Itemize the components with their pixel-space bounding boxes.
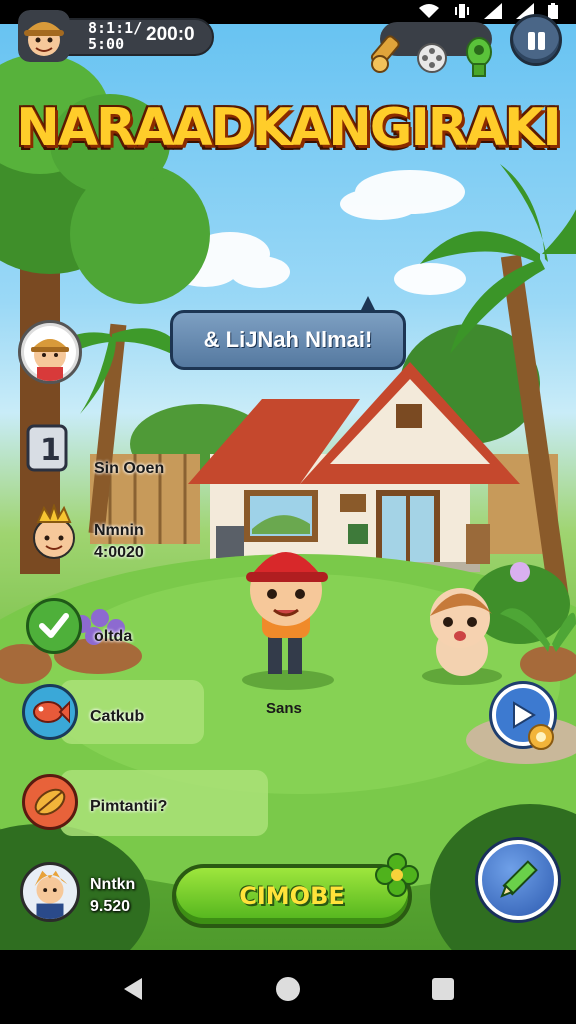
film-reel-icon[interactable] (416, 42, 448, 74)
recents-nav-icon[interactable] (432, 978, 454, 1000)
catch-label: Catkub (90, 708, 145, 725)
home-nav-icon[interactable] (276, 977, 300, 1001)
profile-avatar-button[interactable] (18, 320, 82, 384)
speech-bubble: & LiJNah Nlmai! (170, 310, 406, 370)
hud-timer: 8:1:1/ 5:00 (88, 19, 143, 53)
svg-text:1: 1 (40, 433, 61, 468)
back-nav-icon[interactable] (124, 978, 142, 1000)
clover-icon (375, 853, 419, 897)
flower-icon (528, 724, 554, 750)
level-button[interactable]: 1 (26, 424, 70, 472)
leaf-icon (22, 774, 78, 830)
tasks-label: oltda (94, 628, 133, 645)
catch-button[interactable] (22, 684, 78, 740)
pencil-icon (500, 860, 538, 898)
hud-score: 200:0 (146, 24, 195, 45)
crowned-character-icon (33, 504, 75, 559)
plant-button[interactable] (22, 774, 78, 830)
leader-button[interactable] (26, 504, 82, 564)
friend-stats: Nntkn 9.520 (90, 876, 136, 915)
pause-button[interactable] (510, 14, 562, 66)
vibrate-icon (455, 4, 469, 18)
checkmark-icon (26, 598, 82, 654)
battery-icon (548, 3, 558, 19)
friend-button[interactable] (20, 862, 80, 922)
player-avatar-icon[interactable] (18, 10, 70, 62)
character-portrait-icon (31, 339, 69, 381)
signal-icon (484, 3, 502, 19)
number-one-icon: 1 (26, 424, 68, 472)
wifi-icon (419, 4, 439, 18)
plant-label: Pimtantii? (90, 798, 168, 815)
fish-icon (22, 684, 78, 740)
key-icon[interactable] (368, 34, 412, 78)
level-label: Sin Ooen (94, 460, 165, 477)
game-title: NARAADKANGIRAKI (16, 98, 561, 158)
tasks-button[interactable] (26, 598, 82, 654)
character-name-label: Sans (266, 700, 302, 717)
character-portrait-icon (20, 862, 80, 922)
edit-button[interactable] (478, 840, 558, 920)
leader-stats: Nmnin 4:0020 (94, 522, 144, 561)
green-token-icon[interactable] (462, 36, 496, 80)
